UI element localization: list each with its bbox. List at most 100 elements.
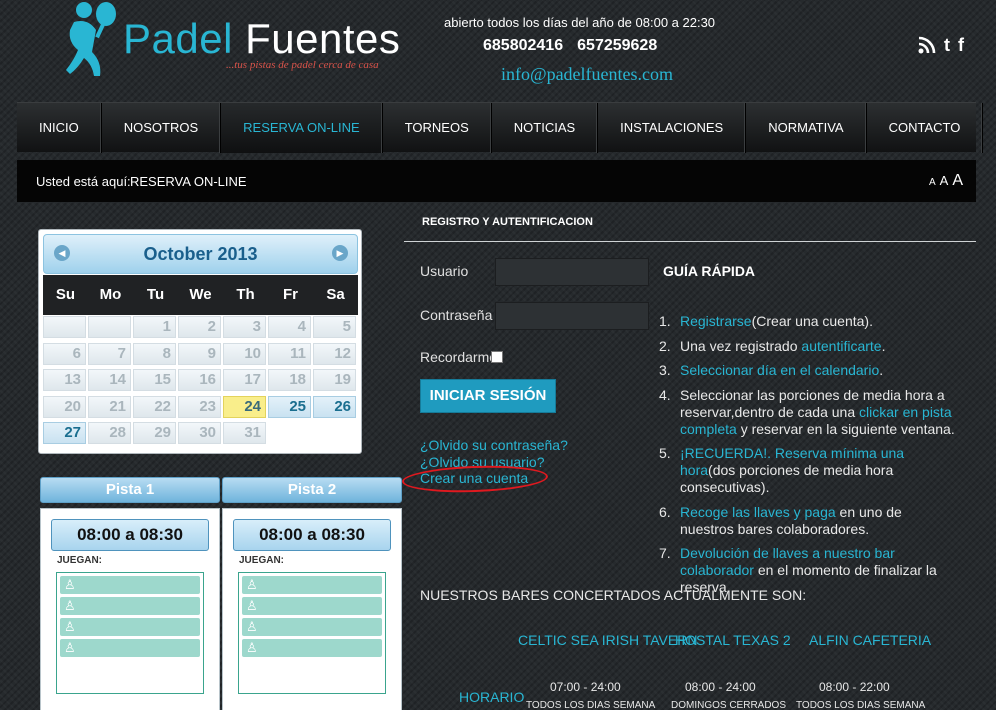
pista-1-slot[interactable]: 08:00 a 08:30 bbox=[51, 519, 209, 551]
phones: 685802416 657259628 bbox=[483, 37, 657, 55]
logo-word-1: Padel bbox=[123, 15, 233, 62]
calendar-day[interactable]: 21 bbox=[88, 395, 131, 418]
nav-instalaciones[interactable]: INSTALACIONES bbox=[598, 103, 747, 153]
player-slot[interactable]: ♙ bbox=[60, 639, 200, 657]
calendar-day[interactable]: 15 bbox=[133, 369, 176, 391]
pista-1-players: ♙ ♙ ♙ ♙ bbox=[56, 572, 204, 694]
select-day-link[interactable]: Seleccionar día en el calendario bbox=[680, 362, 879, 378]
calendar-day[interactable]: 4 bbox=[268, 316, 311, 338]
bars-title: NUESTROS BARES CONCERTADOS ACTUALMENTE S… bbox=[420, 587, 807, 603]
guide-title: GUÍA RÁPIDA bbox=[663, 263, 756, 279]
tagline: ...tus pistas de padel cerca de casa bbox=[226, 59, 379, 71]
calendar-day[interactable]: 14 bbox=[88, 369, 131, 391]
person-icon: ♙ bbox=[246, 640, 258, 655]
calendar-day[interactable]: 18 bbox=[268, 369, 311, 391]
calendar-day[interactable]: 8 bbox=[133, 342, 176, 365]
calendar-day[interactable]: 2 bbox=[178, 316, 221, 338]
person-icon: ♙ bbox=[246, 619, 258, 634]
remember-label: Recordarme bbox=[420, 349, 498, 365]
bar-name-2[interactable]: HOSTAL TEXAS 2 bbox=[675, 632, 791, 648]
calendar-day[interactable]: 29 bbox=[133, 422, 176, 444]
main-nav: INICIO NOSOTROS RESERVA ON-LINE TORNEOS … bbox=[17, 102, 984, 153]
rss-icon[interactable] bbox=[918, 36, 936, 54]
player-slot[interactable]: ♙ bbox=[60, 576, 200, 594]
calendar-day[interactable]: 7 bbox=[88, 342, 131, 365]
calendar-day[interactable]: 17 bbox=[223, 369, 266, 391]
calendar-day[interactable]: 27 bbox=[43, 422, 86, 444]
phone-1: 685802416 bbox=[483, 37, 564, 54]
player-slot[interactable]: ♙ bbox=[242, 576, 382, 594]
calendar-day[interactable]: 11 bbox=[268, 342, 311, 365]
calendar-day[interactable]: 28 bbox=[88, 422, 131, 444]
calendar-day[interactable]: 20 bbox=[43, 395, 86, 418]
keys-pay-link[interactable]: Recoge las llaves y paga bbox=[680, 504, 836, 520]
email-link[interactable]: info@padelfuentes.com bbox=[501, 64, 673, 85]
calendar-day[interactable]: 13 bbox=[43, 369, 86, 391]
calendar-day[interactable]: 16 bbox=[178, 369, 221, 391]
pista-2-header[interactable]: Pista 2 bbox=[222, 477, 402, 503]
authenticate-link[interactable]: autentificarte bbox=[801, 338, 881, 354]
calendar-day[interactable]: 6 bbox=[43, 342, 86, 365]
calendar-day[interactable]: 24 bbox=[223, 395, 266, 418]
player-slot[interactable]: ♙ bbox=[242, 639, 382, 657]
bar-hours-2: 08:00 - 24:00 bbox=[685, 680, 756, 694]
calendar-day[interactable]: 1 bbox=[133, 316, 176, 338]
weekday: Th bbox=[236, 286, 255, 303]
calendar-day[interactable]: 12 bbox=[313, 342, 356, 365]
nav-torneos[interactable]: TORNEOS bbox=[383, 103, 492, 153]
login-button[interactable]: INICIAR SESIÓN bbox=[420, 379, 556, 413]
player-slot[interactable]: ♙ bbox=[60, 618, 200, 636]
weekday: Tu bbox=[146, 286, 165, 303]
pista-2-juegan-label: JUEGAN: bbox=[239, 555, 285, 566]
forgot-password-link[interactable]: ¿Olvido su contraseña? bbox=[420, 437, 568, 453]
font-medium-button[interactable]: A bbox=[940, 173, 949, 188]
nav-nosotros[interactable]: NOSOTROS bbox=[102, 103, 222, 153]
calendar-day[interactable]: 9 bbox=[178, 342, 221, 365]
pista-1-header[interactable]: Pista 1 bbox=[40, 477, 220, 503]
breadcrumb-current: RESERVA ON-LINE bbox=[130, 174, 247, 189]
pista-2-slot[interactable]: 08:00 a 08:30 bbox=[233, 519, 391, 551]
guide-steps: 1. Registrarse(Crear una cuenta). 2. Una v… bbox=[659, 313, 959, 604]
calendar-day[interactable]: 22 bbox=[133, 395, 176, 418]
calendar-blank-cell bbox=[88, 316, 131, 338]
horario-label: HORARIO bbox=[459, 689, 525, 705]
password-label: Contraseña bbox=[420, 307, 493, 323]
facebook-icon[interactable]: f bbox=[958, 36, 964, 54]
bar-name-3[interactable]: ALFIN CAFETERIA bbox=[809, 632, 931, 648]
calendar-day[interactable]: 10 bbox=[223, 342, 266, 365]
calendar-day[interactable]: 25 bbox=[268, 395, 311, 418]
username-input[interactable] bbox=[495, 258, 649, 286]
nav-inicio[interactable]: INICIO bbox=[17, 103, 102, 153]
calendar-day[interactable]: 23 bbox=[178, 395, 221, 418]
nav-normativa[interactable]: NORMATIVA bbox=[746, 103, 867, 153]
twitter-icon[interactable]: t bbox=[944, 36, 950, 54]
chevron-left-icon[interactable]: ◀ bbox=[54, 245, 70, 261]
pista-1-juegan-label: JUEGAN: bbox=[57, 555, 103, 566]
bar-days-3: TODOS LOS DIAS SEMANA bbox=[796, 700, 926, 710]
logo[interactable]: Padel Fuentes bbox=[123, 18, 400, 60]
logo-word-2: Fuentes bbox=[245, 15, 401, 62]
font-small-button[interactable]: A bbox=[929, 177, 936, 188]
calendar-day[interactable]: 31 bbox=[223, 422, 266, 444]
player-slot[interactable]: ♙ bbox=[242, 618, 382, 636]
player-slot[interactable]: ♙ bbox=[242, 597, 382, 615]
nav-noticias[interactable]: NOTICIAS bbox=[492, 103, 599, 153]
calendar-day[interactable]: 30 bbox=[178, 422, 221, 444]
weekday: We bbox=[189, 286, 212, 303]
calendar-day[interactable]: 26 bbox=[313, 395, 356, 418]
player-slot[interactable]: ♙ bbox=[60, 597, 200, 615]
font-large-button[interactable]: A bbox=[952, 172, 963, 190]
remember-checkbox[interactable] bbox=[491, 351, 503, 363]
calendar-day[interactable]: 3 bbox=[223, 316, 266, 338]
bar-hours-1: 07:00 - 24:00 bbox=[550, 680, 621, 694]
password-input[interactable] bbox=[495, 302, 649, 330]
nav-contacto[interactable]: CONTACTO bbox=[867, 103, 984, 153]
register-link[interactable]: Registrarse bbox=[680, 313, 752, 329]
bar-name-1[interactable]: CELTIC SEA IRISH TAVERN bbox=[518, 632, 697, 648]
chevron-right-icon[interactable]: ▶ bbox=[332, 245, 348, 261]
calendar-day[interactable]: 19 bbox=[313, 369, 356, 391]
calendar-day[interactable]: 5 bbox=[313, 316, 356, 338]
nav-reserva-online[interactable]: RESERVA ON-LINE bbox=[221, 103, 383, 153]
person-icon: ♙ bbox=[64, 619, 76, 634]
guide-step-5: 5. ¡RECUERDA!. Reserva mínima una hora(do… bbox=[659, 445, 905, 495]
